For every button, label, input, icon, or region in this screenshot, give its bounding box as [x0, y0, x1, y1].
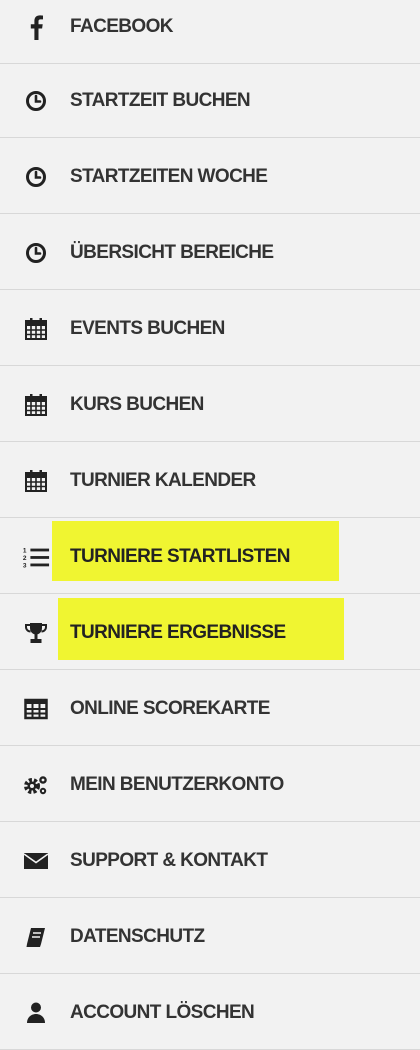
menu-item-datenschutz[interactable]: DATENSCHUTZ	[0, 900, 420, 974]
menu-item-online-scorekarte[interactable]: ONLINE SCOREKARTE	[0, 672, 420, 746]
table-icon	[22, 695, 50, 723]
menu-item-label: SUPPORT & KONTAKT	[70, 849, 268, 871]
gears-icon	[22, 771, 50, 799]
menu-item-label: EVENTS BUCHEN	[70, 317, 225, 339]
menu-item-label: FACEBOOK	[70, 15, 173, 37]
menu-item-startzeit-buchen[interactable]: STARTZEIT BUCHEN	[0, 64, 420, 138]
menu-item-mein-benutzerkonto[interactable]: MEIN BENUTZERKONTO	[0, 748, 420, 822]
menu-item-facebook[interactable]: FACEBOOK	[0, 0, 420, 64]
ordered-list-icon: 123	[22, 543, 50, 571]
menu-item-label: ÜBERSICHT BEREICHE	[70, 241, 274, 263]
menu-item-label: STARTZEIT BUCHEN	[70, 89, 251, 111]
menu-item-uebersicht-bereiche[interactable]: ÜBERSICHT BEREICHE	[0, 216, 420, 290]
menu-item-label: MEIN BENUTZERKONTO	[70, 773, 284, 795]
menu-item-kurs-buchen[interactable]: KURS BUCHEN	[0, 368, 420, 442]
menu-item-label: TURNIERE ERGEBNISSE	[70, 621, 286, 643]
menu-item-startzeiten-woche[interactable]: STARTZEITEN WOCHE	[0, 140, 420, 214]
menu-item-support-kontakt[interactable]: SUPPORT & KONTAKT	[0, 824, 420, 898]
svg-text:2: 2	[23, 554, 27, 561]
menu-item-label: STARTZEITEN WOCHE	[70, 165, 268, 187]
clock-icon	[22, 87, 50, 115]
book-icon	[22, 923, 50, 951]
menu-item-label: DATENSCHUTZ	[70, 925, 205, 947]
user-icon	[22, 999, 50, 1027]
menu-item-turniere-startlisten[interactable]: 123 TURNIERE STARTLISTEN	[0, 520, 420, 594]
menu-item-label: TURNIERE STARTLISTEN	[70, 545, 290, 567]
menu-item-turnier-kalender[interactable]: TURNIER KALENDER	[0, 444, 420, 518]
envelope-icon	[22, 847, 50, 875]
svg-text:3: 3	[23, 562, 27, 569]
menu-item-label: TURNIER KALENDER	[70, 469, 256, 491]
sidebar-menu: FACEBOOK STARTZEIT BUCHEN STARTZEITEN WO…	[0, 0, 420, 1050]
menu-item-account-loeschen[interactable]: ACCOUNT LÖSCHEN	[0, 976, 420, 1050]
calendar-icon	[22, 467, 50, 495]
menu-item-label: ACCOUNT LÖSCHEN	[70, 1001, 255, 1023]
clock-icon	[22, 163, 50, 191]
clock-icon	[22, 239, 50, 267]
menu-item-label: ONLINE SCOREKARTE	[70, 697, 270, 719]
trophy-icon	[22, 619, 50, 647]
menu-item-events-buchen[interactable]: EVENTS BUCHEN	[0, 292, 420, 366]
calendar-icon	[22, 315, 50, 343]
svg-text:1: 1	[23, 547, 27, 554]
calendar-icon	[22, 391, 50, 419]
menu-item-label: KURS BUCHEN	[70, 393, 204, 415]
menu-item-turniere-ergebnisse[interactable]: TURNIERE ERGEBNISSE	[0, 596, 420, 670]
facebook-icon	[22, 13, 50, 41]
